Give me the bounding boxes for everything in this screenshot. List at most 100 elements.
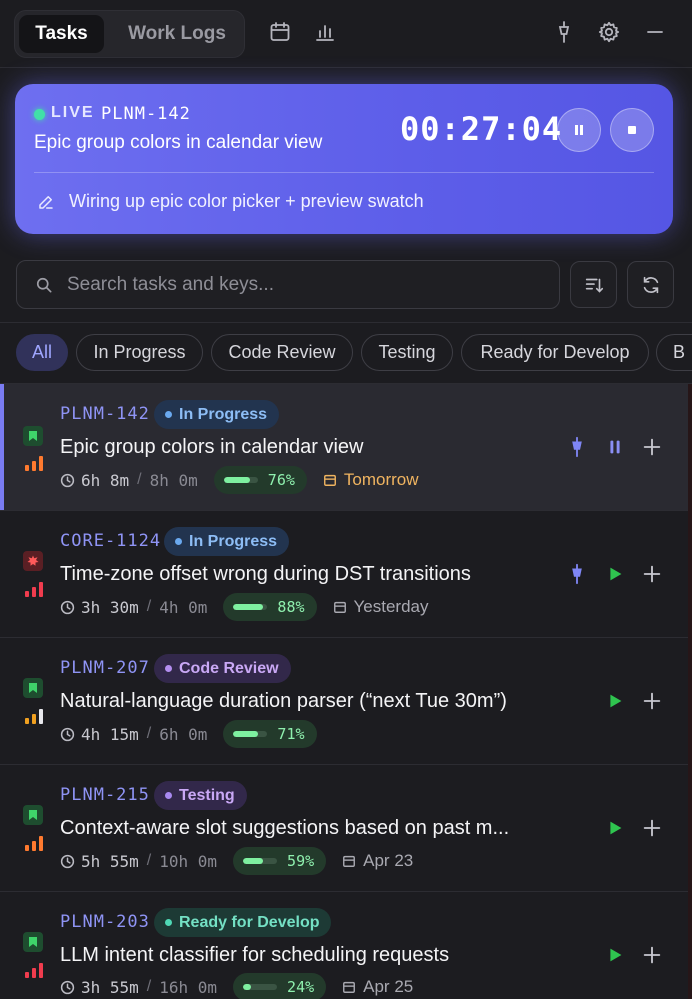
story-type-icon (23, 932, 43, 952)
task-meta: 3h 55m / 16h 0m 24% Apr 25 (60, 973, 413, 999)
task-key[interactable]: CORE-1124 (60, 531, 161, 551)
app-header: Tasks Work Logs (0, 0, 692, 68)
priority-high-icon (25, 836, 43, 851)
plus-icon (643, 946, 661, 964)
due-date: Apr 23 (342, 851, 413, 871)
search-icon (34, 275, 54, 295)
task-key[interactable]: PLNM-142 (60, 404, 150, 424)
time-spent: 3h 30m (81, 597, 139, 617)
pin-task-button[interactable] (565, 562, 589, 586)
add-worklog-button[interactable] (640, 435, 664, 459)
sort-button[interactable] (570, 261, 617, 308)
priority-medium-icon (25, 709, 43, 724)
stop-icon (628, 126, 636, 134)
progress-label: 59% (287, 852, 315, 870)
play-task-button[interactable] (603, 943, 627, 967)
time-estimate: 10h 0m (159, 851, 218, 871)
chart-icon[interactable] (313, 20, 337, 44)
plus-icon (643, 819, 661, 837)
clock-icon (60, 473, 75, 487)
calendar-icon (343, 981, 356, 993)
task-title[interactable]: Time-zone offset wrong during DST transi… (60, 563, 471, 586)
pin-icon[interactable] (552, 20, 576, 44)
plus-icon (643, 692, 661, 710)
task-row[interactable]: PLNM-142 In Progress Epic group colors i… (0, 384, 692, 511)
time-spent: 5h 55m (81, 851, 139, 871)
search-input[interactable] (67, 261, 547, 308)
play-icon (610, 694, 622, 708)
add-worklog-button[interactable] (640, 689, 664, 713)
filter-chip-in-progress[interactable]: In Progress (76, 334, 203, 371)
task-title[interactable]: Natural-language duration parser (“next … (60, 690, 507, 713)
progress-label: 71% (277, 725, 305, 743)
task-key[interactable]: PLNM-215 (60, 785, 150, 805)
status-filter-bar: All In Progress Code Review Testing Read… (0, 322, 692, 384)
task-key[interactable]: PLNM-203 (60, 912, 150, 932)
pencil-icon[interactable] (37, 193, 55, 211)
live-task-title: Epic group colors in calendar view (34, 132, 323, 153)
task-key[interactable]: PLNM-207 (60, 658, 150, 678)
status-badge: In Progress (164, 527, 290, 556)
status-badge: In Progress (154, 400, 280, 429)
task-row[interactable]: PLNM-215 Testing Context-aware slot sugg… (0, 765, 692, 892)
live-timer-card: LIVE PLNM-142 Epic group colors in calen… (15, 84, 673, 234)
task-row[interactable]: PLNM-207 Code Review Natural-language du… (0, 638, 692, 765)
progress-pill: 88% (223, 593, 317, 621)
pause-task-button[interactable] (603, 435, 627, 459)
play-task-button[interactable] (603, 562, 627, 586)
live-work-note[interactable]: Wiring up epic color picker + preview sw… (69, 191, 424, 212)
minimize-icon[interactable] (643, 20, 667, 44)
status-badge: Testing (154, 781, 247, 810)
progress-bar (223, 477, 258, 483)
filter-chip-all[interactable]: All (16, 334, 68, 371)
calendar-icon[interactable] (268, 20, 292, 44)
task-meta: 3h 30m / 4h 0m 88% Yesterday (60, 593, 429, 621)
task-title[interactable]: LLM intent classifier for scheduling req… (60, 944, 449, 967)
progress-pill: 59% (233, 847, 327, 875)
progress-pill: 76% (213, 466, 307, 494)
time-estimate: 4h 0m (159, 597, 208, 617)
live-indicator-dot (34, 109, 45, 120)
pin-task-button[interactable] (565, 435, 589, 459)
time-spent: 4h 15m (81, 724, 139, 744)
task-title[interactable]: Epic group colors in calendar view (60, 436, 364, 459)
pause-icon (610, 440, 620, 454)
filter-chip-code-review[interactable]: Code Review (211, 334, 353, 371)
pause-icon (575, 125, 583, 135)
task-row[interactable]: CORE-1124 In Progress Time-zone offset w… (0, 511, 692, 638)
play-icon (610, 567, 622, 581)
task-title[interactable]: Context-aware slot suggestions based on … (60, 817, 509, 840)
filter-chip-ready-for-develop[interactable]: Ready for Develop (461, 334, 649, 371)
gear-icon[interactable] (597, 20, 621, 44)
priority-highest-icon (25, 582, 43, 597)
add-worklog-button[interactable] (640, 816, 664, 840)
refresh-button[interactable] (627, 261, 674, 308)
play-icon (610, 821, 622, 835)
filter-chip-truncated[interactable]: B (656, 334, 692, 371)
stop-button[interactable] (610, 108, 654, 152)
calendar-icon (333, 601, 346, 613)
sort-icon (585, 278, 603, 293)
filter-chip-testing[interactable]: Testing (361, 334, 453, 371)
clock-icon (60, 980, 75, 994)
add-worklog-button[interactable] (640, 943, 664, 967)
progress-pill: 71% (223, 720, 317, 748)
play-task-button[interactable] (603, 816, 627, 840)
progress-bar (233, 731, 268, 737)
pause-button[interactable] (557, 108, 601, 152)
bug-type-icon (23, 551, 43, 571)
task-row[interactable]: PLNM-203 Ready for Develop LLM intent cl… (0, 892, 692, 999)
play-task-button[interactable] (603, 689, 627, 713)
story-type-icon (23, 678, 43, 698)
tab-work-logs[interactable]: Work Logs (113, 15, 241, 53)
tab-tasks[interactable]: Tasks (19, 15, 104, 53)
live-task-key[interactable]: PLNM-142 (101, 104, 191, 124)
live-label: LIVE (51, 104, 95, 121)
due-date: Yesterday (333, 597, 429, 617)
refresh-icon (643, 276, 658, 293)
time-estimate: 8h 0m (149, 470, 198, 490)
add-worklog-button[interactable] (640, 562, 664, 586)
progress-bar (243, 984, 278, 990)
live-timer-display: 00:27:04 (400, 110, 563, 148)
story-type-icon (23, 426, 43, 446)
